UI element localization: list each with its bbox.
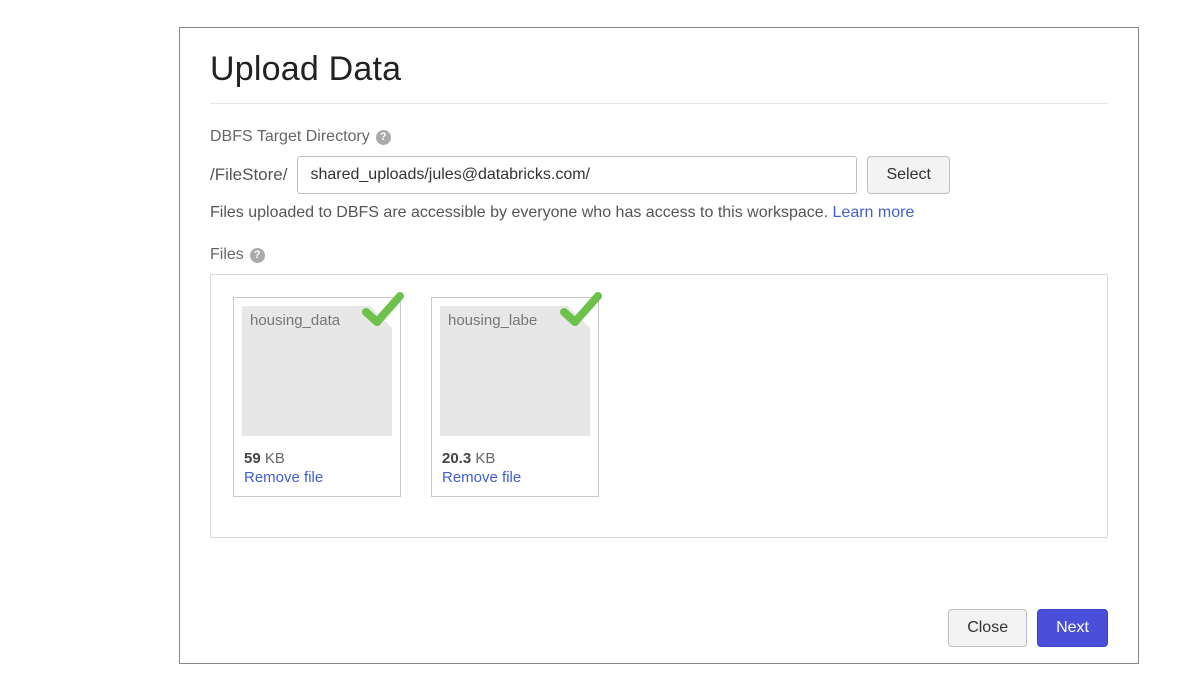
select-directory-button[interactable]: Select <box>867 156 949 194</box>
file-size: 20.3 KB <box>440 450 590 467</box>
checkmark-icon <box>558 288 602 332</box>
files-label-row: Files ? <box>210 246 1108 264</box>
files-section: Files ? housing_data 59 KB Remove file <box>210 246 1108 538</box>
dialog-footer: Close Next <box>948 609 1108 647</box>
target-directory-section: DBFS Target Directory ? /FileStore/ Sele… <box>210 128 1108 222</box>
remove-file-link[interactable]: Remove file <box>440 469 590 486</box>
file-card: housing_labe 20.3 KB Remove file <box>431 297 599 497</box>
file-size-unit: KB <box>265 450 285 467</box>
access-hint-text: Files uploaded to DBFS are accessible by… <box>210 204 833 221</box>
file-card: housing_data 59 KB Remove file <box>233 297 401 497</box>
target-directory-label-row: DBFS Target Directory ? <box>210 128 1108 146</box>
close-button[interactable]: Close <box>948 609 1027 647</box>
file-name: housing_data <box>250 312 368 329</box>
target-directory-input[interactable] <box>297 156 857 194</box>
help-icon[interactable]: ? <box>376 130 391 145</box>
dialog-title: Upload Data <box>210 50 1108 104</box>
file-size-unit: KB <box>475 450 495 467</box>
remove-file-link[interactable]: Remove file <box>242 469 392 486</box>
learn-more-link[interactable]: Learn more <box>833 204 915 221</box>
checkmark-icon <box>360 288 404 332</box>
access-hint: Files uploaded to DBFS are accessible by… <box>210 204 1108 222</box>
files-label: Files <box>210 246 244 264</box>
file-name: housing_labe <box>448 312 566 329</box>
target-directory-path-row: /FileStore/ Select <box>210 156 1108 194</box>
file-upload-area[interactable]: housing_data 59 KB Remove file housing_l… <box>210 274 1108 538</box>
upload-data-dialog: Upload Data DBFS Target Directory ? /Fil… <box>179 27 1139 664</box>
target-directory-label: DBFS Target Directory <box>210 128 370 146</box>
path-prefix: /FileStore/ <box>210 165 287 185</box>
file-size-number: 59 <box>244 450 261 467</box>
next-button[interactable]: Next <box>1037 609 1108 647</box>
file-size: 59 KB <box>242 450 392 467</box>
help-icon[interactable]: ? <box>250 248 265 263</box>
file-size-number: 20.3 <box>442 450 471 467</box>
